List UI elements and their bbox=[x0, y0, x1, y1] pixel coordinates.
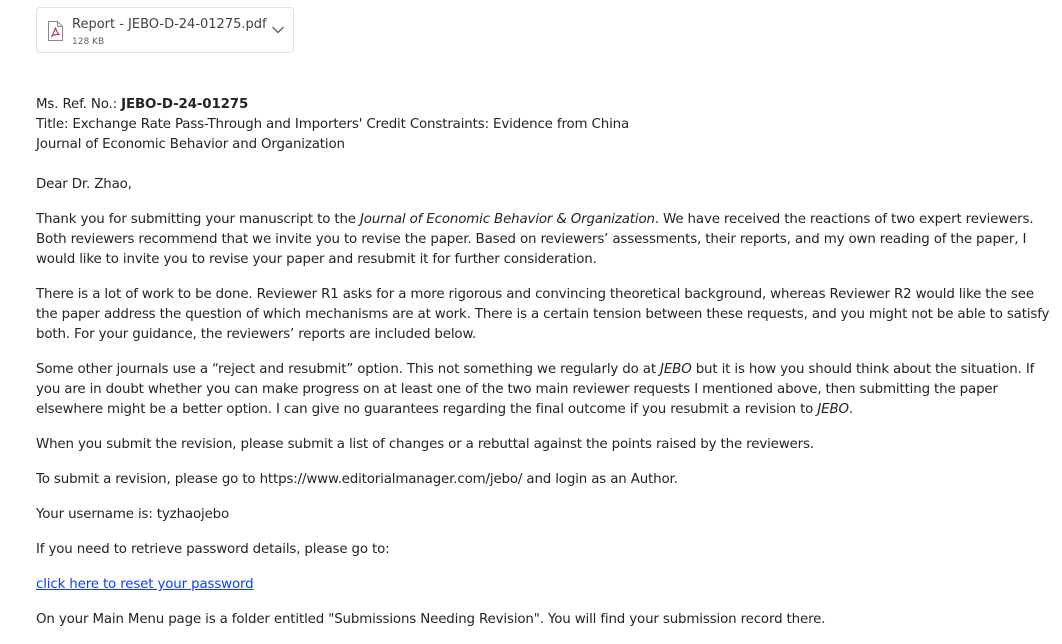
paragraph-invitation: Thank you for submitting your manuscript… bbox=[36, 210, 1058, 270]
email-body: Ms. Ref. No.: JEBO-D-24-01275 Title: Exc… bbox=[36, 95, 1058, 630]
paragraph-text: . bbox=[848, 402, 853, 417]
pdf-file-icon bbox=[48, 21, 63, 41]
paragraph-username: Your username is: tyzhaojebo bbox=[36, 507, 230, 522]
paragraph-text: Some other journals use a “reject and re… bbox=[36, 362, 661, 377]
ms-ref-number: JEBO-D-24-01275 bbox=[121, 97, 249, 112]
reset-password-paragraph: click here to reset your password bbox=[36, 575, 1058, 595]
attachment-card[interactable]: Report - JEBO-D-24-01275.pdf 128 KB bbox=[36, 7, 294, 53]
paragraph-text: Thank you for submitting your manuscript… bbox=[36, 212, 360, 227]
ms-ref-label: Ms. Ref. No.: bbox=[36, 97, 122, 112]
manuscript-title: Title: Exchange Rate Pass-Through and Im… bbox=[36, 117, 630, 132]
manuscript-header: Ms. Ref. No.: JEBO-D-24-01275 Title: Exc… bbox=[36, 95, 1058, 155]
attachment-file-size: 128 KB bbox=[72, 37, 105, 47]
attachment-file-name[interactable]: Report - JEBO-D-24-01275.pdf bbox=[72, 17, 267, 32]
paragraph-main-menu: On your Main Menu page is a folder entit… bbox=[36, 612, 826, 627]
jebo-italic: JEBO bbox=[660, 362, 692, 377]
paragraph-rebuttal: When you submit the revision, please sub… bbox=[36, 437, 814, 452]
paragraph-work-needed: There is a lot of work to be done. Revie… bbox=[36, 287, 1050, 342]
reset-password-link[interactable]: click here to reset your password bbox=[36, 577, 254, 592]
chevron-down-icon[interactable] bbox=[271, 25, 285, 35]
greeting: Dear Dr. Zhao, bbox=[36, 177, 132, 192]
paragraph-password: If you need to retrieve password details… bbox=[36, 542, 390, 557]
jebo-italic: JEBO bbox=[817, 402, 849, 417]
paragraph-submit-url: To submit a revision, please go to https… bbox=[36, 472, 678, 487]
journal-name: Journal of Economic Behavior and Organiz… bbox=[36, 137, 345, 152]
paragraph-reject-resubmit: Some other journals use a “reject and re… bbox=[36, 360, 1058, 420]
journal-title-italic: Journal of Economic Behavior & Organizat… bbox=[359, 212, 655, 227]
